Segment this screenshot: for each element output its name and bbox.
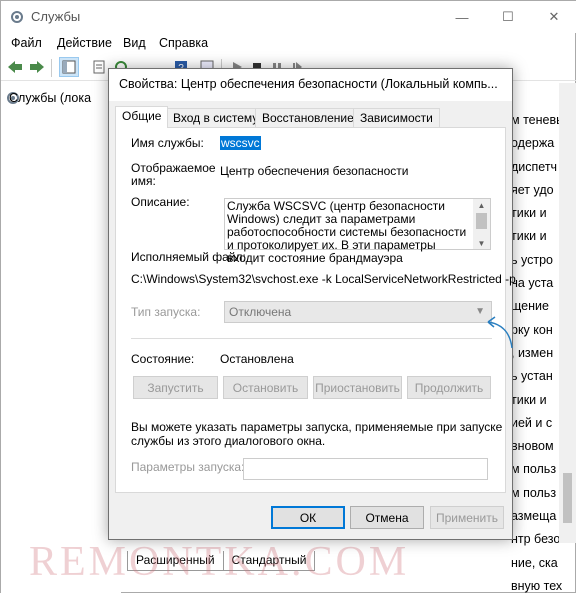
description-text: Служба WSCSVC (центр безопасности Window… <box>227 199 467 265</box>
display-name-value[interactable]: Центр обеспечения безопасности <box>220 164 409 178</box>
maximize-button[interactable]: ☐ <box>485 1 531 33</box>
status-value: Остановлена <box>220 352 294 366</box>
service-name-label: Имя службы: <box>131 136 204 150</box>
description-scrollbar[interactable]: ▲ ▼ <box>473 199 490 249</box>
tab-logon[interactable]: Вход в систему <box>166 108 266 128</box>
watermark-logo: REMONTKA.COM <box>29 539 410 585</box>
curved-arrow-icon <box>487 316 513 349</box>
apply-button[interactable]: Применить <box>430 506 504 529</box>
startup-type-value: Отключена <box>229 305 292 319</box>
divider <box>131 338 492 339</box>
service-description-line: ние, ска <box>511 555 558 570</box>
pause-button[interactable]: Приостановить <box>313 376 402 399</box>
startup-type-label: Тип запуска: <box>131 305 201 319</box>
scrollbar-thumb[interactable] <box>563 473 572 523</box>
startup-type-dropdown[interactable]: Отключена ▼ <box>224 301 492 323</box>
service-name-value[interactable]: wscsvc <box>220 136 261 150</box>
menu-action[interactable]: Действие <box>57 36 112 50</box>
properties-icon[interactable] <box>89 57 109 77</box>
forward-icon[interactable] <box>27 57 47 77</box>
description-textbox[interactable]: Служба WSCSVC (центр безопасности Window… <box>224 198 491 265</box>
menu-file[interactable]: Файл <box>11 36 42 50</box>
menu-bar: Файл Действие Вид Справка <box>1 33 576 53</box>
general-tab-panel: Имя службы: wscsvc Отображаемое имя: Цен… <box>115 127 516 493</box>
executable-label: Исполняемый файл: <box>131 250 246 264</box>
service-properties-dialog: Свойства: Центр обеспечения безопасности… <box>108 68 516 540</box>
title-bar: Службы — ☐ ✕ <box>1 1 576 33</box>
scroll-up-icon[interactable]: ▲ <box>473 199 490 211</box>
stop-button[interactable]: Остановить <box>223 376 308 399</box>
description-label: Описание: <box>131 195 190 209</box>
dialog-title: Свойства: Центр обеспечения безопасности… <box>119 77 498 91</box>
gears-icon <box>11 11 23 23</box>
display-name-label-2: имя: <box>131 174 156 188</box>
start-button[interactable]: Запустить <box>133 376 218 399</box>
console-tree-icon[interactable] <box>59 57 79 77</box>
executable-path: C:\Windows\System32\svchost.exe -k Local… <box>131 272 516 286</box>
menu-help[interactable]: Справка <box>159 36 208 50</box>
back-icon[interactable] <box>5 57 25 77</box>
tree-item-label: Службы (лока <box>9 91 92 105</box>
service-description-line: вную тех <box>511 578 563 593</box>
window-title: Службы <box>31 9 81 24</box>
tree-item-services[interactable]: Службы (лока <box>5 89 91 107</box>
hint-text-line-2: службы из этого диалогового окна. <box>131 434 326 448</box>
dialog-title-bar: Свойства: Центр обеспечения безопасности… <box>109 69 512 101</box>
hint-text-line-1: Вы можете указать параметры запуска, при… <box>131 420 503 434</box>
menu-view[interactable]: Вид <box>123 36 146 50</box>
toolbar-separator <box>51 59 52 77</box>
start-params-label: Параметры запуска: <box>131 460 245 474</box>
cancel-button[interactable]: Отмена <box>350 506 424 529</box>
scroll-down-icon[interactable]: ▼ <box>473 237 490 249</box>
start-params-input[interactable] <box>243 458 488 480</box>
console-tree: Службы (лока <box>1 83 121 593</box>
close-button[interactable]: ✕ <box>531 1 576 33</box>
tab-recovery[interactable]: Восстановление <box>255 108 361 128</box>
tab-general[interactable]: Общие <box>115 106 169 128</box>
display-name-label: Отображаемое <box>131 161 216 175</box>
ok-button[interactable]: ОК <box>271 506 345 529</box>
tab-dependencies[interactable]: Зависимости <box>353 108 440 128</box>
status-label: Состояние: <box>131 352 195 366</box>
scrollbar-thumb[interactable] <box>476 213 487 229</box>
resume-button[interactable]: Продолжить <box>407 376 491 399</box>
vertical-scrollbar[interactable] <box>559 83 576 543</box>
minimize-button[interactable]: — <box>439 1 485 33</box>
